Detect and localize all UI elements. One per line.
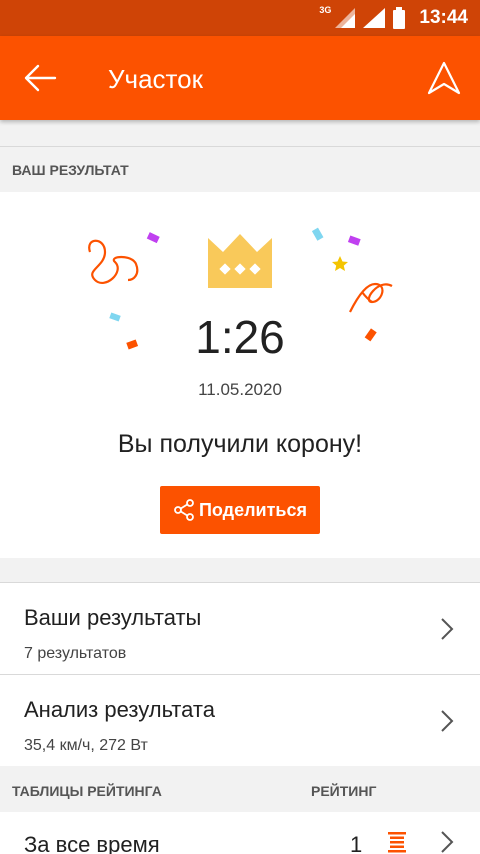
page-title: Участок (108, 64, 203, 94)
effort-date: 11.05.2020 (198, 380, 282, 399)
back-button[interactable] (18, 58, 62, 98)
result-card: 1:26 11.05.2020 Вы получили корону! Поде… (0, 192, 480, 558)
share-icon (174, 499, 194, 521)
result-analysis-summary: 35,4 км/ч, 272 Вт (24, 737, 148, 754)
network-type: 3G (319, 5, 332, 15)
segment-time: 1:26 (195, 311, 285, 363)
clock: 13:44 (419, 7, 468, 28)
battery-icon (393, 7, 406, 29)
result-analysis-row[interactable]: Анализ результата 35,4 км/ч, 272 Вт (0, 674, 480, 766)
app-bar: Участок (0, 36, 480, 120)
crown-icon (208, 234, 272, 288)
leaderboard-row-all-time[interactable]: За все время 1 (0, 812, 480, 854)
navigate-button[interactable] (422, 56, 466, 100)
leaderboard-all-time-title: За все время (24, 832, 160, 854)
leaderboard-rank: 1 (350, 832, 363, 854)
leaderboards-header-label: ТАБЛИЦЫ РЕЙТИНГА (12, 783, 162, 799)
leaderboards-header: ТАБЛИЦЫ РЕЙТИНГА РЕЙТИНГ (0, 768, 480, 812)
signal-icon (363, 8, 386, 28)
result-section-header: ВАШ РЕЗУЛЬТАТ (0, 146, 480, 192)
chevron-right-icon (441, 710, 454, 732)
your-results-count: 7 результатов (24, 645, 127, 662)
your-results-title: Ваши результаты (24, 605, 202, 630)
signal-icon (335, 8, 356, 28)
share-button[interactable]: Поделиться (160, 486, 320, 534)
share-button-label: Поделиться (198, 499, 308, 520)
navigation-arrow-icon (427, 61, 461, 95)
crown-message: Вы получили корону! (117, 430, 363, 458)
rank-column-header: РЕЙТИНГ (311, 783, 377, 799)
leaderboard-stack-icon (388, 832, 406, 853)
arrow-left-icon (24, 64, 57, 92)
status-bar: 3G 13:44 (0, 0, 480, 36)
result-analysis-title: Анализ результата (24, 697, 215, 722)
chevron-right-icon (441, 618, 454, 640)
chevron-right-icon (441, 831, 454, 853)
your-results-row[interactable]: Ваши результаты 7 результатов (0, 582, 480, 674)
